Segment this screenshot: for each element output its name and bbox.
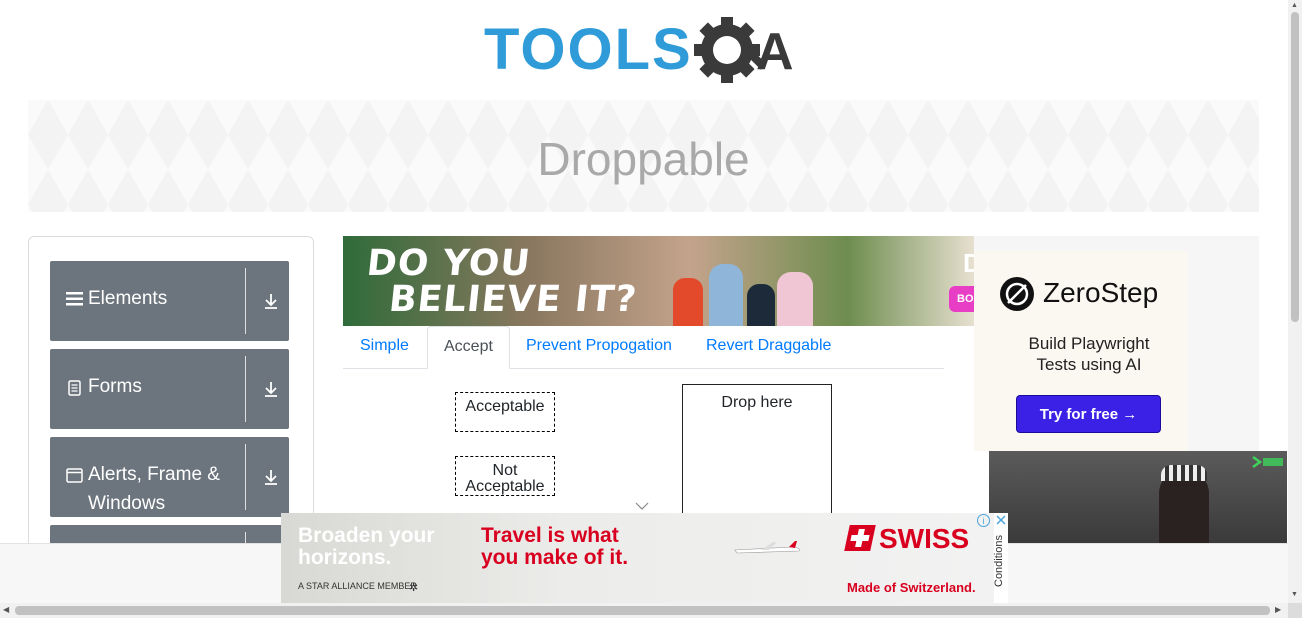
zerostep-subtitle-line1: Build Playwright: [1028, 334, 1150, 353]
page-title: Droppable: [537, 133, 750, 185]
acceptable-draggable[interactable]: Acceptable: [455, 392, 555, 432]
tab-simple[interactable]: Simple: [344, 326, 425, 367]
swiss-tagline: Made of Switzerland.: [847, 580, 976, 595]
divider: [245, 356, 246, 422]
scrollbar-corner: [1288, 603, 1302, 618]
sidebar-group-label: Elements: [88, 288, 168, 309]
tab-revert-draggable[interactable]: Revert Draggable: [690, 326, 847, 367]
star-alliance-label: A STAR ALLIANCE MEMBER: [298, 581, 417, 591]
sidebar-group-alerts-frame-windows[interactable]: Alerts, Frame & Windows: [50, 437, 289, 517]
not-acceptable-line2: Acceptable: [465, 478, 545, 495]
zerostep-subtitle-line2: Tests using AI: [1036, 355, 1142, 374]
sidebar-group-label-line1: Alerts, Frame &: [88, 464, 220, 485]
drop-target[interactable]: Drop here: [682, 384, 832, 524]
video-person-cap: [1161, 465, 1207, 481]
tab-prevent-propogation[interactable]: Prevent Propogation: [510, 326, 688, 367]
horizontal-scroll-thumb[interactable]: [15, 606, 1270, 615]
download-icon[interactable]: [262, 468, 280, 486]
window-icon: [66, 468, 83, 488]
menu-lines-icon: [66, 291, 83, 311]
download-icon[interactable]: [262, 380, 280, 398]
droppable-tabs: Simple Accept Prevent Propogation Revert…: [343, 326, 944, 369]
swiss-left-line1: Broaden your: [298, 524, 435, 547]
swiss-mid-line2: you make of it.: [481, 546, 629, 569]
toolsqa-logo-graphic: TOOLS A: [484, 17, 794, 83]
scroll-left-icon[interactable]: ◀: [3, 605, 9, 614]
zerostep-brand: ZeroStep: [1043, 277, 1159, 308]
ad-button-fragment[interactable]: BO: [949, 286, 974, 312]
ad-banner-top[interactable]: DO YOU BELIEVE IT? D BO: [343, 236, 974, 326]
divider: [245, 268, 246, 334]
ad-headline-line1: DO YOU: [364, 243, 533, 284]
zerostep-card: ZeroStep Build Playwright Tests using AI…: [974, 251, 1188, 451]
ad-info-icon[interactable]: i: [977, 514, 990, 527]
ad-text-fragment: D: [963, 248, 974, 278]
toolsqa-logo[interactable]: TOOLS A: [484, 14, 808, 92]
not-acceptable-draggable[interactable]: Not Acceptable: [455, 456, 555, 496]
ad-people-image: [673, 254, 823, 326]
ad-headline: DO YOU BELIEVE IT?: [361, 243, 642, 320]
video-ad[interactable]: [989, 451, 1287, 543]
ad-controls: i Conditions: [977, 513, 1008, 603]
sidebar-group-label-line2: Windows: [88, 493, 166, 514]
zerostep-subtitle: Build Playwright Tests using AI: [974, 333, 1204, 375]
tab-accept[interactable]: Accept: [427, 326, 510, 369]
try-for-free-button[interactable]: Try for free →: [1016, 395, 1161, 433]
document-icon: [68, 380, 81, 401]
divider: [245, 444, 246, 510]
scroll-right-icon[interactable]: ▶: [1275, 605, 1281, 614]
star-alliance-icon: ✲: [409, 582, 419, 594]
ad-close-icon[interactable]: [995, 513, 1007, 527]
swiss-mid-headline: Travel is what you make of it.: [481, 525, 628, 569]
sidebar-group-forms[interactable]: Forms: [50, 349, 289, 429]
airplane-image: [733, 539, 803, 564]
swiss-left-headline: Broaden your horizons.: [298, 525, 435, 569]
logo-text-a: A: [756, 23, 794, 81]
video-logo-icon: [1251, 455, 1285, 469]
scroll-down-icon[interactable]: ▼: [1291, 591, 1298, 598]
not-acceptable-line1: Not: [492, 462, 518, 479]
vertical-scroll-thumb[interactable]: [1291, 12, 1299, 322]
ad-bottom-swiss[interactable]: Broaden your horizons. A STAR ALLIANCE M…: [281, 513, 994, 603]
download-icon[interactable]: [262, 292, 280, 310]
swiss-cross-icon: [844, 525, 876, 551]
swiss-brand: SWISS: [879, 523, 970, 554]
vertical-scrollbar[interactable]: ▲ ▼: [1288, 0, 1302, 603]
zerostep-logo-icon: [1000, 277, 1034, 311]
ad-right-zerostep[interactable]: ZeroStep Build Playwright Tests using AI…: [974, 236, 1259, 451]
logo-text-tools: TOOLS: [484, 17, 693, 82]
swiss-mid-line1: Travel is what: [481, 524, 619, 547]
ad-headline-line2: BELIEVE IT?: [387, 279, 640, 320]
sidebar: Elements Forms Alerts, Frame & Windows: [28, 236, 314, 568]
horizontal-scrollbar[interactable]: ◀ ▶: [0, 603, 1288, 618]
sidebar-group-label: Forms: [88, 376, 142, 397]
swiss-left-line2: horizons.: [298, 546, 392, 569]
page-banner: Droppable: [28, 100, 1259, 212]
scroll-up-icon[interactable]: ▲: [1291, 2, 1298, 9]
ad-conditions-link[interactable]: Conditions: [993, 535, 1005, 587]
drop-target-label: Drop here: [721, 394, 793, 411]
video-person: [1159, 471, 1209, 543]
sidebar-group-elements[interactable]: Elements: [50, 261, 289, 341]
